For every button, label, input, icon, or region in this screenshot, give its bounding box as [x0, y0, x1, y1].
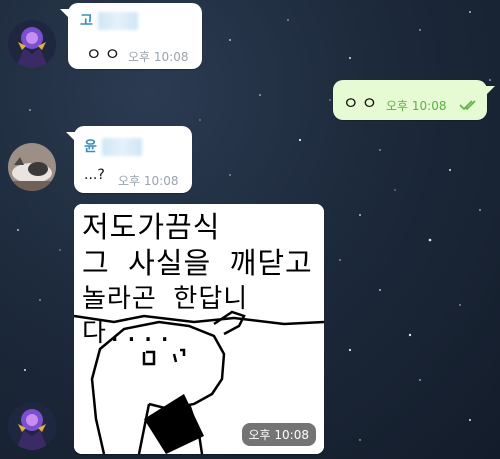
message-time: 오후 10:08: [128, 50, 189, 64]
character-avatar-icon: [8, 402, 56, 450]
message-text: ㅇㅇ: [343, 94, 381, 114]
message-time: 오후 10:08: [241, 423, 316, 446]
cartoon-character-drawing: [74, 310, 324, 454]
avatar[interactable]: [8, 20, 56, 68]
cat-avatar-icon: [8, 143, 56, 191]
message-bubble-incoming[interactable]: 고 ㅇㅇ 오후 10:08: [60, 3, 202, 69]
message-bubble-incoming[interactable]: 윤 ...? 오후 10:08: [66, 126, 192, 193]
message-time: 오후 10:08: [118, 174, 179, 188]
avatar[interactable]: [8, 402, 56, 450]
double-check-icon: [459, 100, 476, 111]
blurred-name: [101, 137, 142, 156]
sender-name: 고: [80, 13, 93, 29]
message-time: 오후 10:08: [386, 99, 447, 113]
avatar[interactable]: [8, 143, 56, 191]
message-bubble-outgoing[interactable]: ㅇㅇ 오후 10:08: [333, 80, 495, 120]
message-text: ㅇㅇ: [86, 45, 124, 65]
image-message[interactable]: 저도가끔식 그 사실을 깨닫고 놀라곤 한답니다.... 오후 10:08: [74, 204, 324, 454]
blurred-name: [97, 11, 138, 30]
meme-image: 저도가끔식 그 사실을 깨닫고 놀라곤 한답니다....: [74, 204, 324, 454]
character-avatar-icon: [8, 20, 56, 68]
message-text: ...?: [84, 167, 105, 183]
sender-name: 윤: [84, 139, 97, 155]
